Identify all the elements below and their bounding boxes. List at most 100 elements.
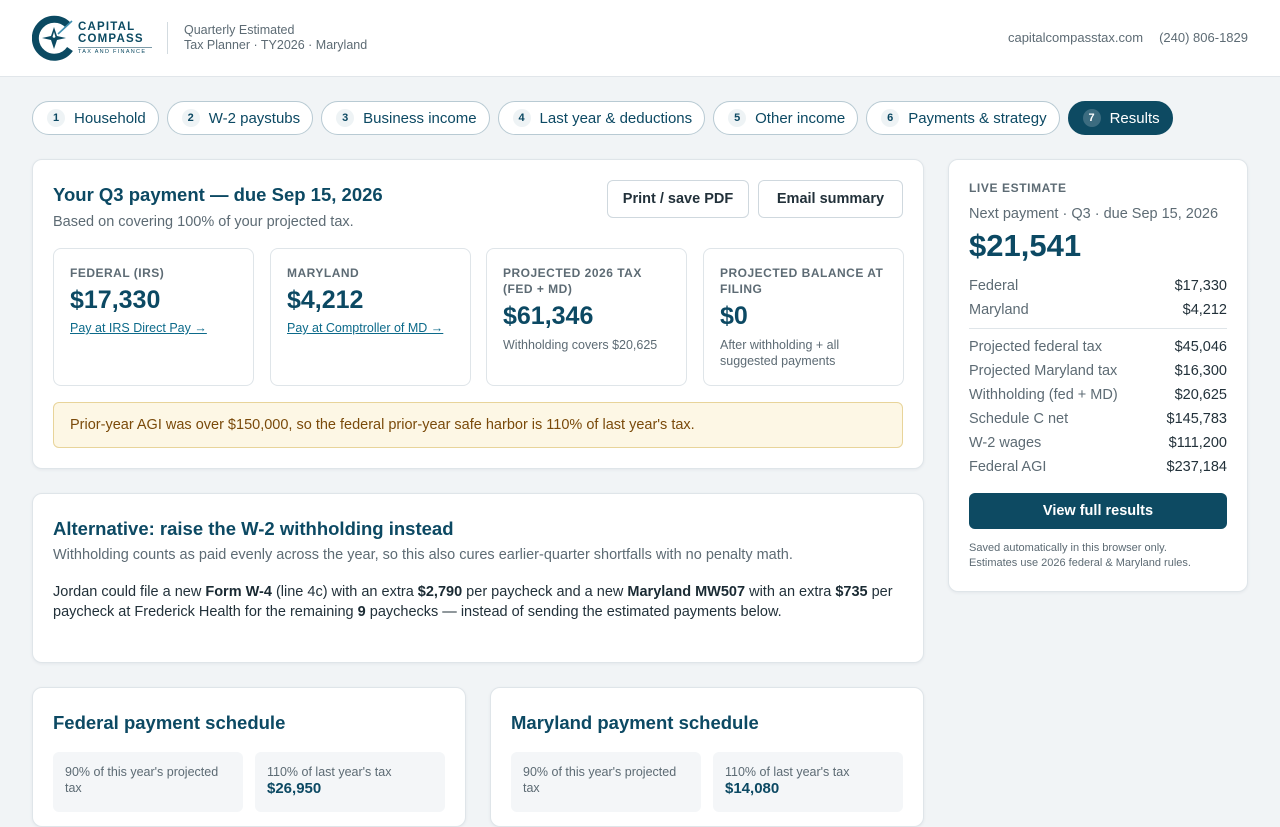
maryland-amount: $4,212 (287, 286, 364, 314)
row-value: $145,783 (1166, 411, 1227, 427)
step-number: 3 (336, 109, 355, 127)
live-row-schedule-c: Schedule C net $145,783 (969, 411, 1227, 427)
step-label: Other income (755, 109, 846, 127)
extra-maryland-withholding: $735 (835, 584, 868, 600)
maryland-schedule-title: Maryland payment schedule (511, 712, 759, 733)
brand-logo[interactable]: CAPITAL COMPASS TAX AND FINANCE (32, 15, 152, 61)
row-label: Federal (969, 278, 1019, 294)
row-label: Maryland (969, 302, 1029, 318)
maryland-label: MARYLAND (287, 266, 360, 280)
alternative-body: Jordan could file a new Form W-4 (line 4… (53, 584, 893, 620)
balance-tile: PROJECTED BALANCE AT FILING $0 After wit… (703, 248, 904, 386)
maryland-tile: MARYLAND $4,212 Pay at Comptroller of MD… (270, 248, 471, 386)
step-label: Payments & strategy (908, 109, 1047, 127)
extra-federal-withholding: $2,790 (417, 584, 463, 600)
step-last-year[interactable]: 4 Last year & deductions (497, 101, 706, 135)
form-w4: Form W-4 (205, 584, 272, 600)
step-number: 1 (47, 109, 65, 127)
step-results[interactable]: 7 Results (1067, 101, 1173, 135)
live-row-w2-wages: W-2 wages $111,200 (969, 435, 1227, 451)
app-header: CAPITAL COMPASS TAX AND FINANCE Quarterl… (0, 0, 1280, 77)
row-label: Projected federal tax (969, 339, 1102, 355)
q3-title: Your Q3 payment — due Sep 15, 2026 (53, 184, 383, 205)
maryland-110pct-value: $14,080 (725, 780, 780, 797)
step-number: 2 (181, 109, 200, 127)
row-label: Schedule C net (969, 411, 1069, 427)
step-nav: 1 Household 2 W-2 paystubs 3 Business incom… (32, 101, 1173, 135)
header-subtitle: Quarterly Estimated Tax Planner · TY2026… (184, 23, 367, 53)
step-household[interactable]: 1 Household (32, 101, 159, 135)
step-label: W-2 paystubs (208, 109, 301, 127)
compass-logo-icon (32, 15, 73, 61)
q3-subtitle: Based on covering 100% of your projected… (53, 214, 354, 230)
row-label: W-2 wages (969, 435, 1042, 451)
print-pdf-button[interactable]: Print / save PDF (607, 180, 749, 218)
federal-schedule-card: Federal payment schedule 90% of this yea… (32, 687, 466, 827)
irs-direct-pay-link[interactable]: Pay at IRS Direct Pay → (70, 321, 237, 335)
step-number: 6 (881, 109, 900, 127)
alternative-card: Alternative: raise the W-2 withholding i… (32, 493, 924, 663)
row-value: $45,046 (1174, 339, 1227, 355)
row-label: Projected Maryland tax (969, 363, 1118, 379)
row-value: $20,625 (1174, 387, 1227, 403)
comptroller-link[interactable]: Pay at Comptroller of MD → (287, 321, 454, 335)
header-subtitle-line1: Quarterly Estimated (184, 23, 295, 37)
step-label: Last year & deductions (539, 109, 693, 127)
step-number: 4 (512, 109, 531, 127)
federal-90pct-box: 90% of this year's projected tax (53, 752, 243, 812)
live-row-withholding: Withholding (fed + MD) $20,625 (969, 387, 1227, 403)
step-business-income[interactable]: 3 Business income (321, 101, 490, 135)
federal-label: FEDERAL (IRS) (70, 266, 165, 280)
step-w2-paystubs[interactable]: 2 W-2 paystubs (166, 101, 314, 135)
step-other-income[interactable]: 5 Other income (713, 101, 859, 135)
phone-link[interactable]: (240) 806-1829 (1159, 30, 1248, 45)
row-label: Withholding (fed + MD) (969, 387, 1118, 403)
form-mw507: Maryland MW507 (627, 584, 746, 600)
brand-name-line1: CAPITAL (78, 20, 136, 33)
federal-schedule-title: Federal payment schedule (53, 712, 286, 733)
step-label: Household (74, 109, 146, 127)
balance-amount: $0 (720, 302, 748, 330)
projected-tax-label: PROJECTED 2026 TAX (FED + MD) (503, 266, 642, 296)
federal-amount: $17,330 (70, 286, 161, 314)
q3-payment-card: Your Q3 payment — due Sep 15, 2026 Based… (32, 159, 924, 469)
live-divider (969, 328, 1227, 329)
row-value: $17,330 (1174, 278, 1227, 294)
alternative-title: Alternative: raise the W-2 withholding i… (53, 518, 454, 539)
maryland-90pct-label: 90% of this year's projected tax (523, 765, 677, 795)
balance-label: PROJECTED BALANCE AT FILING (720, 266, 884, 296)
projected-tax-note: Withholding covers $20,625 (503, 338, 658, 352)
row-label: Federal AGI (969, 459, 1047, 475)
step-payments-strategy[interactable]: 6 Payments & strategy (866, 101, 1060, 135)
federal-90pct-label: 90% of this year's projected tax (65, 765, 219, 795)
website-link[interactable]: capitalcompasstax.com (1008, 30, 1143, 45)
step-number: 7 (1082, 109, 1101, 127)
step-label: Business income (363, 109, 477, 127)
maryland-110pct-box: 110% of last year's tax $14,080 (713, 752, 903, 812)
maryland-110pct-label: 110% of last year's tax (725, 765, 850, 779)
live-row-maryland: Maryland $4,212 (969, 302, 1227, 318)
balance-note: After withholding + all suggested paymen… (720, 338, 840, 368)
federal-110pct-label: 110% of last year's tax (267, 765, 392, 779)
email-summary-button[interactable]: Email summary (758, 180, 903, 218)
row-value: $237,184 (1166, 459, 1227, 475)
live-row-projected-federal: Projected federal tax $45,046 (969, 339, 1227, 355)
brand-tagline: TAX AND FINANCE (78, 48, 147, 55)
federal-110pct-box: 110% of last year's tax $26,950 (255, 752, 445, 812)
view-full-results-button[interactable]: View full results (969, 493, 1227, 529)
live-footer-line2: Estimates use 2026 federal & Maryland ru… (969, 557, 1191, 569)
next-payment-amount: $21,541 (969, 228, 1082, 263)
federal-110pct-value: $26,950 (267, 780, 322, 797)
header-subtitle-line2: Tax Planner · TY2026 · Maryland (184, 38, 368, 52)
row-value: $4,212 (1182, 302, 1227, 318)
live-footer: Saved automatically in this browser only… (969, 541, 1231, 571)
brand-name-line2: COMPASS (78, 32, 144, 45)
live-footer-line1: Saved automatically in this browser only… (969, 542, 1167, 554)
remaining-paychecks: 9 (357, 604, 366, 620)
live-row-federal-agi: Federal AGI $237,184 (969, 459, 1227, 475)
step-number: 5 (728, 109, 747, 127)
live-row-federal: Federal $17,330 (969, 278, 1227, 294)
row-value: $16,300 (1174, 363, 1227, 379)
maryland-90pct-box: 90% of this year's projected tax (511, 752, 701, 812)
next-payment-label: Next payment · Q3 · due Sep 15, 2026 (969, 206, 1219, 222)
